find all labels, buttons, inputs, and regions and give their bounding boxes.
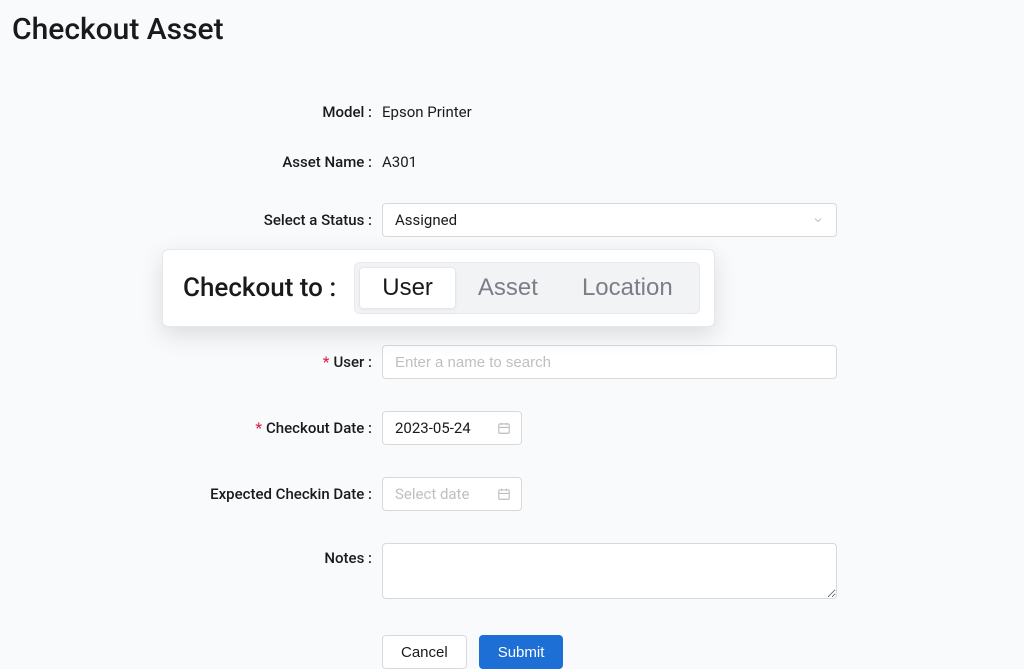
user-label: *User :	[12, 353, 382, 371]
buttons-row: Cancel Submit	[12, 635, 1012, 669]
submit-button[interactable]: Submit	[479, 635, 564, 669]
checkout-to-row: Checkout to : User Asset Location	[12, 263, 1012, 319]
checkout-date-label: *Checkout Date :	[12, 419, 382, 437]
status-label: Select a Status :	[12, 211, 382, 229]
checkout-date-row: *Checkout Date : 2023-05-24	[12, 411, 1012, 445]
checkout-date-value: 2023-05-24	[395, 419, 471, 437]
checkout-to-option-asset[interactable]: Asset	[456, 267, 560, 309]
checkout-asset-form-container: Checkout Asset Model : Epson Printer Ass…	[0, 0, 1024, 669]
asset-name-value: A301	[382, 153, 837, 171]
checkout-to-segmented: User Asset Location	[354, 262, 699, 314]
notes-label: Notes :	[12, 543, 382, 567]
checkout-to-card: Checkout to : User Asset Location	[162, 249, 715, 327]
checkin-date-label: Expected Checkin Date :	[12, 485, 382, 503]
model-value: Epson Printer	[382, 103, 837, 121]
asset-name-row: Asset Name : A301	[12, 153, 1012, 171]
calendar-icon	[497, 421, 511, 435]
status-select-value: Assigned	[395, 211, 457, 229]
checkout-to-option-user[interactable]: User	[359, 267, 456, 309]
notes-input[interactable]	[382, 543, 837, 599]
chevron-down-icon	[812, 214, 824, 226]
required-mark: *	[255, 419, 262, 437]
form-area: Model : Epson Printer Asset Name : A301 …	[12, 103, 1012, 669]
cancel-button[interactable]: Cancel	[382, 635, 467, 669]
asset-name-label: Asset Name :	[12, 153, 382, 171]
page-title: Checkout Asset	[12, 12, 1012, 47]
checkout-to-option-location[interactable]: Location	[560, 267, 695, 309]
model-row: Model : Epson Printer	[12, 103, 1012, 121]
checkout-date-input[interactable]: 2023-05-24	[382, 411, 522, 445]
user-row: *User :	[12, 345, 1012, 379]
status-select[interactable]: Assigned	[382, 203, 837, 237]
status-row: Select a Status : Assigned	[12, 203, 1012, 237]
model-label: Model :	[12, 103, 382, 121]
checkin-date-input[interactable]: Select date	[382, 477, 522, 511]
checkout-to-label: Checkout to :	[183, 273, 336, 303]
checkin-date-row: Expected Checkin Date : Select date	[12, 477, 1012, 511]
required-mark: *	[323, 353, 330, 371]
notes-row: Notes :	[12, 543, 1012, 603]
calendar-icon	[497, 487, 511, 501]
user-input[interactable]	[382, 345, 837, 379]
checkin-date-placeholder: Select date	[395, 485, 469, 503]
